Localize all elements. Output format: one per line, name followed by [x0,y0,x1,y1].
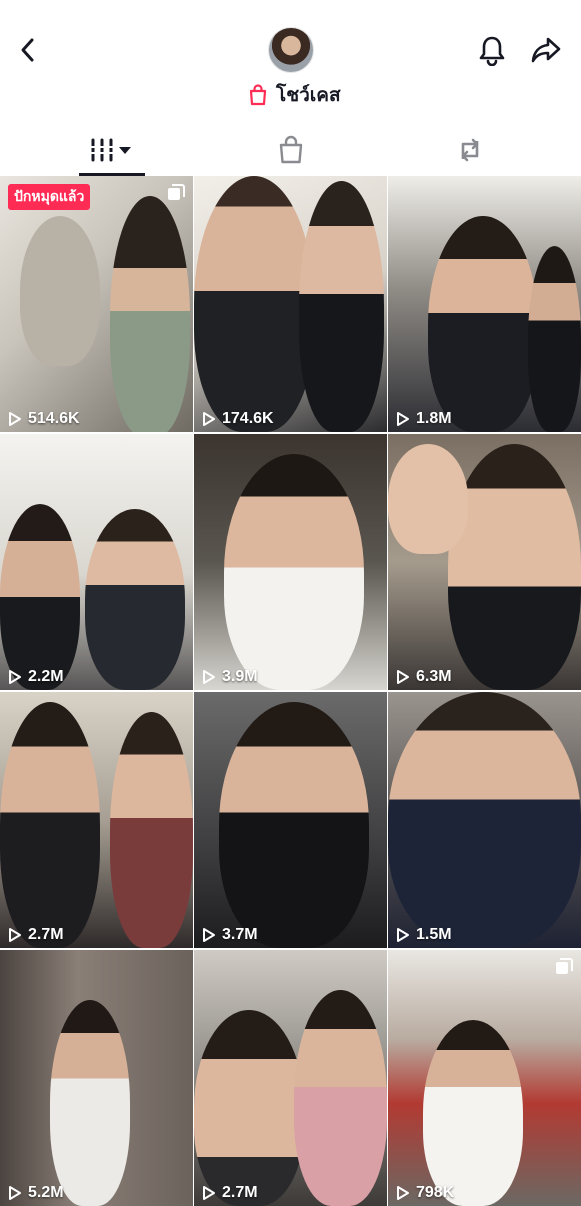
profile-tabs [0,124,581,176]
thumbnail-subject [50,1000,130,1206]
multiple-images-icon [168,184,185,200]
view-count: 2.2M [8,668,64,686]
video-thumbnail[interactable]: 2.7M [0,692,193,948]
video-thumbnail[interactable]: 1.8M [388,176,581,432]
video-thumbnail[interactable]: 6.3M [388,434,581,690]
showcase-link[interactable]: โชว์เคส [248,82,341,108]
share-button[interactable] [525,30,567,70]
thumbnail-subject [388,692,581,948]
thumbnail-subject [299,181,384,432]
view-count: 6.3M [396,668,452,686]
profile-header: โชว์เคส [0,0,581,120]
play-icon [9,412,21,426]
multiple-images-icon [556,958,573,974]
thumbnail-subject [423,1020,523,1206]
thumbnail-subject [528,246,581,432]
thumbnail-subject [194,176,314,432]
video-thumbnail[interactable]: ปักหมุดแล้ว 514.6K [0,176,193,432]
thumbnail-subject [428,216,538,432]
video-thumbnail[interactable]: 3.9M [194,434,387,690]
tab-videos[interactable] [15,124,208,176]
share-arrow-icon [531,37,561,63]
thumbnail-subject [224,454,364,690]
view-count: 1.8M [396,410,452,428]
thumbnail-subject [294,990,387,1206]
view-count: 3.7M [202,926,258,944]
chevron-left-icon [21,38,34,62]
bell-icon [479,36,505,66]
thumbnail-subject [448,444,581,690]
view-count: 2.7M [8,926,64,944]
tab-shop[interactable] [194,124,387,176]
play-icon [9,928,21,942]
tab-reposts[interactable] [373,124,566,176]
view-count: 2.7M [202,1184,258,1202]
pinned-badge: ปักหมุดแล้ว [8,184,91,210]
view-count: 174.6K [202,410,274,428]
thumbnail-subject [0,504,80,690]
play-icon [397,928,409,942]
thumbnail-subject [110,712,193,948]
thumbnail-subject [388,444,468,554]
thumbnail-subject [0,702,100,948]
play-icon [9,670,21,684]
grid-with-dropdown-icon [88,138,131,162]
video-thumbnail[interactable]: 3.7M [194,692,387,948]
thumbnail-subject [85,509,185,690]
play-icon [397,412,409,426]
video-grid: ปักหมุดแล้ว 514.6K 174.6K 1.8M 2.2M 3.9M… [0,176,581,1206]
play-icon [203,412,215,426]
view-count: 5.2M [8,1184,64,1202]
notification-button[interactable] [472,30,512,70]
view-count: 514.6K [8,410,80,428]
thumbnail-subject [20,216,100,366]
view-count: 3.9M [202,668,258,686]
view-count: 1.5M [396,926,452,944]
back-button[interactable] [10,30,46,70]
video-thumbnail[interactable]: 2.7M [194,950,387,1206]
video-thumbnail[interactable]: 174.6K [194,176,387,432]
shopping-bag-icon [249,84,267,106]
avatar[interactable] [268,27,314,73]
play-icon [203,670,215,684]
play-icon [203,928,215,942]
video-thumbnail[interactable]: 798K [388,950,581,1206]
view-count: 798K [396,1184,454,1202]
video-thumbnail[interactable]: 5.2M [0,950,193,1206]
video-thumbnail[interactable]: 1.5M [388,692,581,948]
thumbnail-subject [194,1010,304,1206]
thumbnail-subject [219,702,369,948]
play-icon [397,670,409,684]
repost-icon [461,138,478,162]
thumbnail-subject [110,196,190,432]
video-thumbnail[interactable]: 2.2M [0,434,193,690]
shopping-bag-icon [279,135,302,164]
showcase-label: โชว์เคส [276,85,341,106]
